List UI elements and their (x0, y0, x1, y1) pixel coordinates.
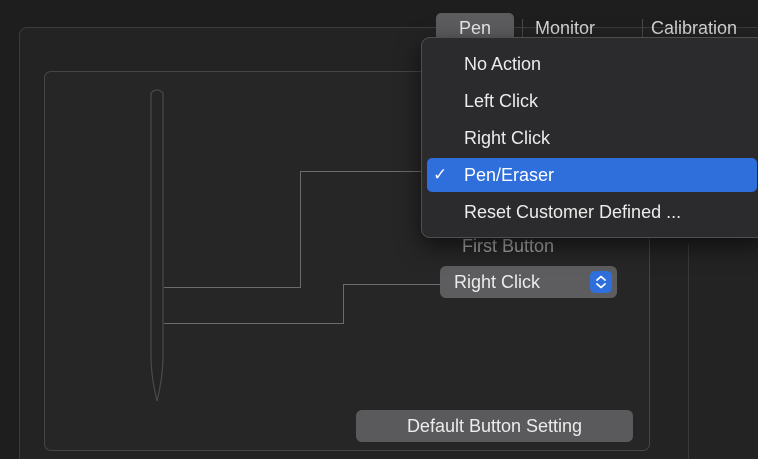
tab-divider (642, 19, 643, 37)
menu-item-label: Pen/Eraser (464, 165, 555, 185)
panel-divider (688, 244, 689, 459)
connector-line (164, 323, 344, 324)
menu-item-label: Right Click (464, 128, 551, 148)
first-button-label: First Button (462, 236, 555, 256)
default-button-setting-button[interactable]: Default Button Setting (356, 410, 633, 442)
menu-item-label: Left Click (464, 91, 539, 111)
connector-line (164, 287, 300, 288)
pen-settings-window: Pen Monitor Calibration First Button Rig… (0, 0, 758, 459)
menu-item-pen-eraser[interactable]: ✓ Pen/Eraser (427, 158, 757, 192)
menu-item-no-action[interactable]: No Action (427, 47, 757, 81)
menu-item-label: Reset Customer Defined ... (464, 202, 682, 222)
pen-illustration (150, 89, 164, 402)
first-button-popup[interactable]: Right Click (440, 266, 617, 298)
connector-line (343, 284, 344, 324)
first-button-value: Right Click (454, 272, 541, 292)
menu-item-left-click[interactable]: Left Click (427, 84, 757, 118)
connector-line (300, 171, 301, 288)
button-action-menu: No Action Left Click Right Click ✓ Pen/E… (421, 37, 758, 238)
tab-divider (522, 19, 523, 37)
connector-line (343, 284, 440, 285)
chevron-up-down-icon (590, 271, 612, 293)
checkmark-icon: ✓ (433, 165, 448, 185)
menu-item-right-click[interactable]: Right Click (427, 121, 757, 155)
menu-item-reset-customer-defined[interactable]: Reset Customer Defined ... (427, 195, 757, 229)
connector-line (300, 171, 424, 172)
menu-item-label: No Action (464, 54, 542, 74)
